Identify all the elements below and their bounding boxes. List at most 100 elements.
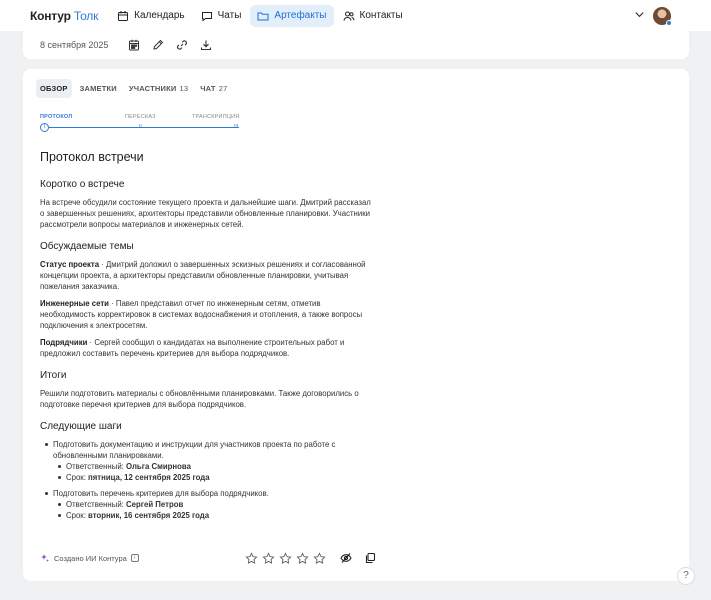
next-steps-section: Следующие шаги Подготовить документацию … [40, 421, 375, 521]
topics-heading: Обсуждаемые темы [40, 241, 134, 252]
owner-label: Ответственный: [66, 462, 127, 471]
next-step-due: Срок: пятница, 12 сентября 2025 года [53, 472, 375, 483]
contacts-icon [343, 11, 354, 21]
logo-accent: Толк [73, 8, 99, 23]
next-step-due: Срок: вторник, 16 сентября 2025 года [53, 510, 375, 521]
nav-chats-label: Чаты [217, 10, 242, 21]
topic-item: Статус проекта · Дмитрий доложил о завер… [40, 259, 375, 292]
help-button[interactable]: ? [677, 567, 695, 585]
tab-chat-count: 27 [218, 84, 228, 93]
topic-item: Подрядчики · Сергей сообщил о кандидатах… [40, 337, 375, 359]
ai-note-text: Создано ИИ Контура [54, 553, 127, 563]
tab-overview-label: ОБЗОР [40, 84, 68, 93]
chevron-down-icon [635, 11, 644, 17]
topic-title: Статус проекта [40, 260, 100, 269]
nav-chats[interactable]: Чаты [194, 5, 249, 27]
app-logo[interactable]: Контур Толк [30, 9, 98, 23]
stepper-track [49, 127, 239, 128]
next-steps-heading: Следующие шаги [40, 421, 122, 432]
results-heading: Итоги [40, 370, 67, 381]
nav-calendar[interactable]: Календарь [110, 5, 191, 27]
next-step-details: Ответственный: Сергей Петров Срок: вторн… [53, 499, 375, 521]
owner-name: Сергей Петров [126, 500, 184, 509]
calendar-icon [118, 10, 129, 21]
sparkle-icon [41, 554, 49, 562]
step-dot-protocol[interactable]: I [40, 123, 49, 132]
step-mark-retelling[interactable]: II [139, 124, 142, 130]
nav-contacts[interactable]: Контакты [336, 5, 410, 27]
step-transcription[interactable]: ТРАНСКРИПЦИЯ [192, 114, 239, 120]
next-step-text: Подготовить документацию и инструкции дл… [53, 440, 336, 460]
meeting-date: 8 сентября 2025 [40, 40, 109, 50]
link-icon[interactable] [176, 39, 188, 51]
topics-section: Обсуждаемые темы Статус проекта · Дмитри… [40, 241, 375, 359]
view-stepper: ПРОТОКОЛ ПЕРЕСКАЗ ТРАНСКРИПЦИЯ I II III [40, 114, 240, 134]
star-icon[interactable] [296, 551, 309, 565]
download-icon[interactable] [200, 39, 212, 51]
eye-off-icon[interactable] [340, 552, 352, 564]
nav-artifacts[interactable]: Артефакты [250, 4, 334, 27]
due-date: пятница, 12 сентября 2025 года [88, 473, 210, 482]
tab-participants-label: УЧАСТНИКИ [128, 84, 177, 93]
protocol-title: Протокол встречи [40, 150, 144, 164]
step-retelling[interactable]: ПЕРЕСКАЗ [125, 114, 156, 120]
tab-chat-label: ЧАТ [200, 84, 216, 93]
summary-section: Коротко о встрече На встрече обсудили со… [40, 179, 375, 230]
next-steps-list: Подготовить документацию и инструкции дл… [40, 439, 375, 521]
tab-notes[interactable]: ЗАМЕТКИ [76, 79, 121, 98]
tab-overview[interactable]: ОБЗОР [36, 79, 72, 98]
due-label: Срок: [66, 511, 89, 520]
rating-stars [245, 551, 326, 565]
account-menu-toggle[interactable] [634, 7, 645, 25]
star-icon[interactable] [279, 551, 292, 565]
status-dot [666, 19, 672, 26]
next-step-text: Подготовить перечень критериев для выбор… [53, 489, 269, 498]
header-right [634, 6, 701, 26]
summary-heading: Коротко о встрече [40, 179, 125, 190]
tab-chat[interactable]: ЧАТ 27 [196, 79, 231, 98]
star-icon[interactable] [313, 551, 326, 565]
meeting-tools [128, 39, 212, 51]
nav-artifacts-label: Артефакты [274, 10, 327, 21]
top-bar: Контур Толк Календарь Чаты Артефакты Кон… [0, 0, 711, 31]
star-icon[interactable] [262, 551, 275, 565]
protocol-actions [340, 552, 376, 564]
list-item: Подготовить перечень критериев для выбор… [40, 488, 375, 521]
artifact-tabs: ОБЗОР ЗАМЕТКИ УЧАСТНИКИ 13 ЧАТ 27 [36, 79, 231, 98]
protocol-content: Протокол встречи Коротко о встрече На вс… [40, 150, 375, 532]
chat-icon [201, 11, 212, 22]
results-text: Решили подготовить материалы с обновлённ… [40, 389, 359, 409]
calendar-grid-icon[interactable] [128, 39, 140, 51]
nav-calendar-label: Календарь [134, 10, 185, 21]
ai-note: Создано ИИ Контура i [40, 553, 139, 563]
due-label: Срок: [66, 473, 89, 482]
info-icon[interactable]: i [130, 554, 139, 562]
avatar[interactable] [653, 6, 672, 26]
artifact-card: ОБЗОР ЗАМЕТКИ УЧАСТНИКИ 13 ЧАТ 27 ПРОТОКОЛ… [23, 69, 689, 581]
protocol-footer: Создано ИИ Контура i [40, 550, 376, 566]
copy-icon[interactable] [364, 552, 376, 564]
topic-title: Инженерные сети [40, 299, 109, 308]
star-icon[interactable] [245, 551, 258, 565]
nav-contacts-label: Контакты [359, 10, 403, 21]
summary-text: На встрече обсудили состояние текущего п… [40, 198, 371, 229]
logo-main: Контур [30, 8, 71, 23]
folder-icon [257, 12, 269, 20]
meeting-info-card: 8 сентября 2025 [23, 31, 689, 59]
results-section: Итоги Решили подготовить материалы с обн… [40, 370, 375, 410]
owner-name: Ольга Смирнова [126, 462, 191, 471]
step-mark-transcription[interactable]: III [234, 124, 238, 130]
topic-item: Инженерные сети · Павел представил отчет… [40, 298, 375, 331]
main-nav: Календарь Чаты Артефакты Контакты [110, 4, 410, 27]
tab-participants[interactable]: УЧАСТНИКИ 13 [125, 79, 192, 98]
list-item: Подготовить документацию и инструкции дл… [40, 439, 375, 483]
tab-participants-count: 13 [179, 84, 189, 93]
topic-title: Подрядчики [40, 338, 88, 347]
pencil-icon[interactable] [152, 39, 164, 51]
tab-notes-label: ЗАМЕТКИ [79, 84, 117, 93]
next-step-owner: Ответственный: Ольга Смирнова [53, 461, 375, 472]
owner-label: Ответственный: [66, 500, 127, 509]
step-protocol[interactable]: ПРОТОКОЛ [40, 114, 72, 120]
next-step-details: Ответственный: Ольга Смирнова Срок: пятн… [53, 461, 375, 483]
due-date: вторник, 16 сентября 2025 года [88, 511, 210, 520]
